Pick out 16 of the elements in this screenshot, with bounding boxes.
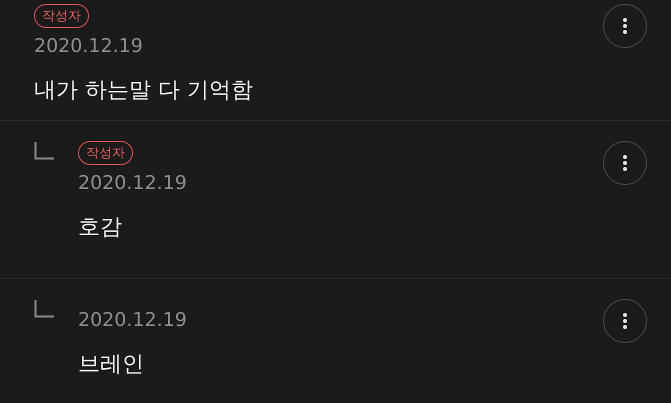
more-icon	[623, 313, 627, 329]
comment-date: 2020.12.19	[78, 309, 187, 331]
reply-indent-icon	[34, 142, 54, 160]
more-options-button[interactable]	[603, 141, 647, 185]
reply-indent-icon	[34, 300, 54, 318]
more-options-button[interactable]	[603, 4, 647, 48]
author-badge: 작성자	[34, 4, 89, 28]
more-options-button[interactable]	[603, 299, 647, 343]
author-badge: 작성자	[78, 141, 133, 165]
comment-date: 2020.12.19	[34, 35, 143, 57]
comment-date: 2020.12.19	[78, 172, 187, 194]
more-icon	[623, 155, 627, 171]
comment-text: 브레인	[78, 351, 144, 379]
comment-text: 호감	[78, 214, 122, 242]
comment-text: 내가 하는말 다 기억함	[34, 77, 253, 105]
more-icon	[623, 18, 627, 34]
